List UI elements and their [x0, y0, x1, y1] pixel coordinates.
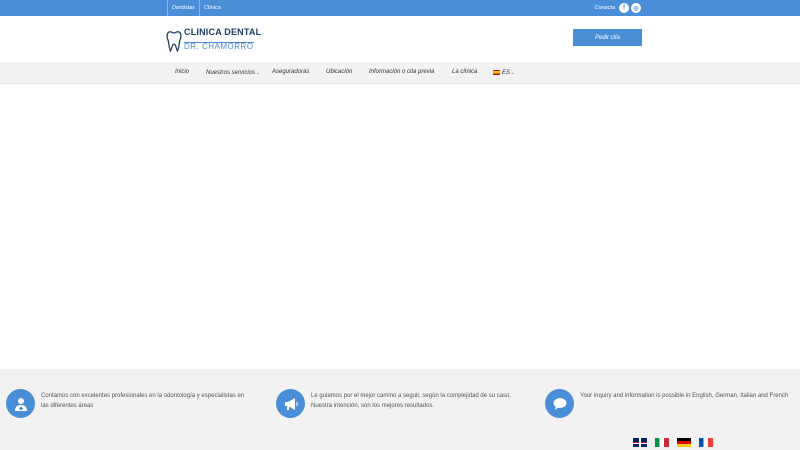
- feature-text: Le guiamos por el mejor camino a seguir,…: [311, 393, 512, 409]
- top-bar: Dentistas Clínica Conecta f ◎: [0, 0, 800, 16]
- chevron-down-icon: ⌄: [511, 70, 515, 75]
- footer: Contamos con excelentes profesionales en…: [0, 369, 800, 450]
- chevron-down-icon: ⌄: [256, 70, 260, 75]
- connect-group: Conecta f ◎: [594, 0, 641, 16]
- nav-item-aseguradoras[interactable]: Aseguradoras: [272, 62, 309, 84]
- site-header: CLINICA DENTAL DR. CHAMORRO Pedir cita: [0, 16, 800, 62]
- logo-line2: DR. CHAMORRO: [184, 42, 254, 51]
- main-content: [0, 84, 800, 369]
- english-flag-icon[interactable]: [633, 438, 647, 447]
- french-flag-icon[interactable]: [699, 438, 713, 447]
- feature-professionals: Contamos con excelentes profesionales en…: [6, 389, 253, 418]
- german-flag-icon[interactable]: [677, 438, 691, 447]
- chat-bubble-icon: [545, 389, 574, 418]
- megaphone-icon: [276, 389, 305, 418]
- link-dentistas[interactable]: Dentistas: [167, 0, 199, 16]
- connect-label: Conecta: [594, 5, 616, 11]
- feature-languages: Your inquiry and information is possible…: [545, 389, 792, 418]
- feature-text: Contamos con excelentes profesionales en…: [41, 393, 245, 409]
- nav-item-ubicacion[interactable]: Ubicación: [326, 62, 352, 84]
- logo-line1: CLINICA DENTAL: [184, 27, 262, 37]
- facebook-icon[interactable]: f: [619, 3, 629, 13]
- feature-text: Your inquiry and information is possible…: [580, 393, 789, 399]
- clinic-logo[interactable]: CLINICA DENTAL DR. CHAMORRO: [166, 28, 261, 53]
- main-nav: Inicio Nuestros servicios⌄ Aseguradoras …: [0, 62, 800, 84]
- instagram-icon[interactable]: ◎: [631, 3, 641, 13]
- top-links: Dentistas Clínica: [167, 0, 225, 16]
- spain-flag-icon: [493, 69, 500, 75]
- language-selector[interactable]: ES⌄: [493, 62, 514, 84]
- book-appointment-button[interactable]: Pedir cita: [573, 29, 642, 46]
- nav-item-servicios[interactable]: Nuestros servicios⌄: [206, 62, 259, 84]
- language-label: ES: [502, 70, 511, 76]
- link-clinica[interactable]: Clínica: [198, 0, 225, 16]
- italian-flag-icon[interactable]: [655, 438, 669, 447]
- feature-guidance: Le guiamos por el mejor camino a seguir,…: [276, 389, 523, 418]
- nav-item-servicios-label: Nuestros servicios: [206, 70, 256, 76]
- tooth-icon: [166, 30, 182, 52]
- nav-item-inicio[interactable]: Inicio: [175, 62, 189, 84]
- doctor-icon: [6, 389, 35, 418]
- language-flags: [633, 438, 713, 447]
- nav-item-la-clinica[interactable]: La clínica: [452, 62, 477, 84]
- nav-item-informacion[interactable]: Información o cita previa: [369, 62, 434, 84]
